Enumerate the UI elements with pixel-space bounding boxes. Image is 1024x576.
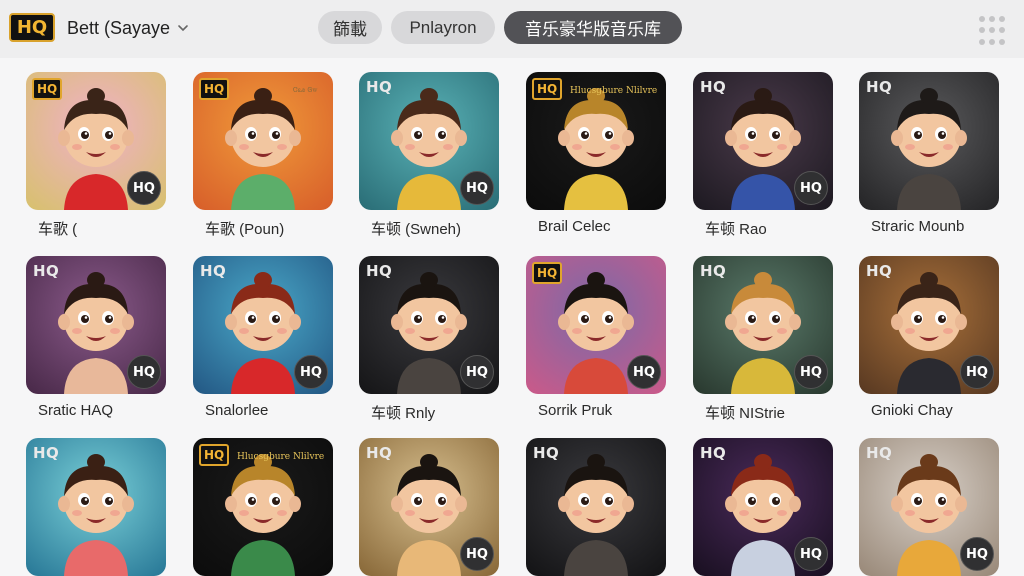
hq-corner-badge: HQ	[199, 444, 230, 466]
album-cover[interactable]: HQ HQ	[359, 72, 499, 210]
tab-1[interactable]: Pnlayron	[391, 11, 495, 44]
album-card[interactable]: HQ HQ Snalorlee	[193, 256, 333, 419]
album-title: 车顿 NIStrie	[705, 405, 786, 422]
hq-corner-badge: HQ	[700, 78, 727, 96]
album-cover[interactable]: HQ Hlucsgbure Nlilvre	[193, 438, 333, 576]
cover-text: Hlucsgbure Nlilvre	[570, 86, 658, 96]
hq-corner-badge: HQ	[866, 444, 893, 462]
album-cover[interactable]: HQ HQ	[693, 72, 833, 210]
album-title: Sratic HAQ	[38, 402, 114, 419]
hq-quality-badge[interactable]: HQ	[960, 355, 994, 389]
album-title: Snalorlee	[205, 402, 269, 419]
album-card[interactable]: HQ	[526, 438, 666, 576]
top-bar: HQ Bett (Sayaye 篩載 Pnlayron 音乐豪华版音乐库	[0, 0, 1024, 58]
hq-corner-badge: HQ	[33, 262, 60, 280]
album-title: Gnioki Chay	[871, 402, 953, 419]
album-card[interactable]: HQ Hlucsgbure Nlilvre	[193, 438, 333, 576]
album-card[interactable]: HQ HQ 车顿 NIStrie	[693, 256, 833, 423]
account-label: Bett (Sayaye	[67, 17, 171, 38]
chevron-down-icon	[178, 25, 188, 32]
album-card[interactable]: HQ HQ Sorrik Pruk	[526, 256, 666, 419]
album-card[interactable]: HQ HQ	[693, 438, 833, 576]
hq-corner-badge: HQ	[366, 78, 393, 96]
album-title: Straric Mounb	[871, 218, 965, 235]
album-cover[interactable]: HQ HQ	[359, 256, 499, 394]
hq-quality-badge[interactable]: HQ	[294, 355, 328, 389]
album-cover[interactable]: HQ HQ	[193, 256, 333, 394]
hq-quality-badge[interactable]: HQ	[127, 355, 161, 389]
album-card[interactable]: HQ HQ 车顿 Rnly	[359, 256, 499, 423]
account-switcher[interactable]: Bett (Sayaye	[67, 14, 190, 42]
app-logo: HQ	[9, 13, 55, 42]
hq-corner-badge: HQ	[700, 444, 727, 462]
hq-corner-badge: HQ	[199, 78, 230, 100]
hq-corner-badge: HQ	[32, 78, 63, 100]
album-title: 车顿 Rnly	[371, 405, 436, 422]
album-card[interactable]: HQ HQ	[859, 438, 999, 576]
hq-quality-badge[interactable]: HQ	[794, 537, 828, 571]
hq-quality-badge[interactable]: HQ	[794, 355, 828, 389]
album-title: Sorrik Pruk	[538, 402, 613, 419]
album-card[interactable]: HQ HQ 车顿 Rao	[693, 72, 833, 239]
album-cover[interactable]: HQ	[26, 438, 166, 576]
hq-quality-badge[interactable]: HQ	[960, 537, 994, 571]
cover-text: Hlucsgbure Nlilvre	[237, 452, 325, 462]
hq-quality-badge[interactable]: HQ	[127, 171, 161, 205]
hq-corner-badge: HQ	[532, 262, 563, 284]
album-cover[interactable]: HQ	[859, 72, 999, 210]
hq-corner-badge: HQ	[366, 262, 393, 280]
album-cover[interactable]: HQ HQ	[693, 438, 833, 576]
hq-quality-badge[interactable]: HQ	[460, 355, 494, 389]
album-card[interactable]: HQ Hlucsgbure Nlilvre Brail Celec	[526, 72, 666, 235]
album-cover[interactable]: HQ HQ	[859, 438, 999, 576]
album-cover[interactable]: HQ HQ	[526, 256, 666, 394]
hq-corner-badge: HQ	[200, 262, 227, 280]
album-title: 车歌 (Poun)	[205, 221, 285, 238]
cover-text: Ꮳꮛꮚ Ꮆꮃ	[293, 86, 318, 94]
album-title: Brail Celec	[538, 218, 611, 235]
hq-corner-badge: HQ	[366, 444, 393, 462]
album-card[interactable]: HQ Ꮳꮛꮚ Ꮆꮃ 车歌 (Poun)	[193, 72, 333, 239]
album-cover[interactable]: HQ HQ	[26, 72, 166, 210]
album-title: 车顿 Rao	[705, 221, 767, 238]
album-cover[interactable]: HQ Hlucsgbure Nlilvre	[526, 72, 666, 210]
album-grid: HQ HQ 车歌 (HQ Ꮳꮛꮚ Ꮆꮃ 车歌 (Poun) HQ HQ 车顿 …	[0, 58, 1024, 576]
hq-corner-badge: HQ	[700, 262, 727, 280]
album-card[interactable]: HQ HQ 车歌 (	[26, 72, 166, 239]
hq-quality-badge[interactable]: HQ	[460, 537, 494, 571]
album-card[interactable]: HQ Straric Mounb	[859, 72, 999, 235]
tab-2[interactable]: 音乐豪华版音乐库	[504, 11, 682, 44]
hq-quality-badge[interactable]: HQ	[794, 171, 828, 205]
tab-1-label: Pnlayron	[409, 17, 477, 37]
album-cover[interactable]: HQ HQ	[693, 256, 833, 394]
album-cover[interactable]: HQ HQ	[359, 438, 499, 576]
album-card[interactable]: HQ HQ Gnioki Chay	[859, 256, 999, 419]
album-cover[interactable]: HQ HQ	[859, 256, 999, 394]
hq-quality-badge[interactable]: HQ	[627, 355, 661, 389]
album-card[interactable]: HQ HQ	[359, 438, 499, 576]
album-card[interactable]: HQ	[26, 438, 166, 576]
tab-2-label: 音乐豪华版音乐库	[525, 20, 661, 39]
hq-corner-badge: HQ	[866, 78, 893, 96]
hq-quality-badge[interactable]: HQ	[460, 171, 494, 205]
hq-corner-badge: HQ	[866, 262, 893, 280]
hq-corner-badge: HQ	[533, 444, 560, 462]
album-cover[interactable]: HQ HQ	[26, 256, 166, 394]
tab-0[interactable]: 篩載	[318, 11, 382, 44]
album-cover[interactable]: HQ	[526, 438, 666, 576]
album-cover[interactable]: HQ Ꮳꮛꮚ Ꮆꮃ	[193, 72, 333, 210]
tab-0-label: 篩載	[333, 20, 367, 39]
album-card[interactable]: HQ HQ Sratic HAQ	[26, 256, 166, 419]
hq-corner-badge: HQ	[33, 444, 60, 462]
hq-corner-badge: HQ	[532, 78, 563, 100]
album-card[interactable]: HQ HQ 车顿 (Swneh)	[359, 72, 499, 239]
grid-dots-icon[interactable]	[979, 16, 1009, 46]
album-title: 车歌 (	[38, 221, 78, 238]
album-title: 车顿 (Swneh)	[371, 221, 462, 238]
